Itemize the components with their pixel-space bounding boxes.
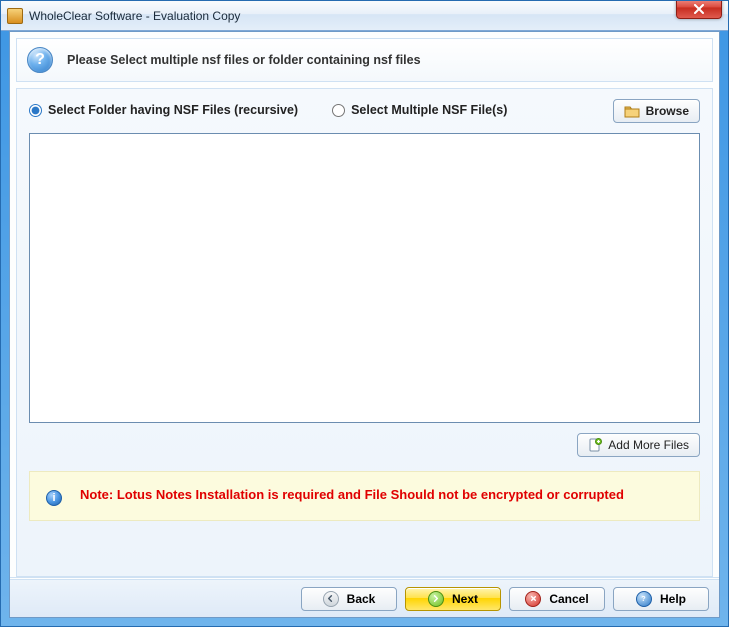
add-more-files-button[interactable]: Add More Files — [577, 433, 700, 457]
window-title: WholeClear Software - Evaluation Copy — [29, 9, 240, 23]
add-more-files-label: Add More Files — [608, 438, 689, 452]
folder-icon — [624, 104, 640, 118]
app-window: WholeClear Software - Evaluation Copy ? … — [0, 0, 729, 627]
app-icon — [7, 8, 23, 24]
cancel-button-label: Cancel — [549, 592, 588, 606]
note-panel: i Note: Lotus Notes Installation is requ… — [29, 471, 700, 521]
info-icon: i — [46, 490, 62, 506]
help-button[interactable]: ? Help — [613, 587, 709, 611]
help-button-label: Help — [660, 592, 686, 606]
cancel-button[interactable]: Cancel — [509, 587, 605, 611]
browse-button-label: Browse — [646, 104, 689, 118]
selection-mode-group: Select Folder having NSF Files (recursiv… — [29, 103, 700, 117]
next-arrow-icon — [428, 591, 444, 607]
close-icon — [693, 4, 705, 14]
client-area: ? Please Select multiple nsf files or fo… — [9, 31, 720, 618]
radio-select-folder-input[interactable] — [29, 104, 42, 117]
radio-select-folder-label: Select Folder having NSF Files (recursiv… — [48, 103, 298, 117]
next-button-label: Next — [452, 592, 478, 606]
note-text: Note: Lotus Notes Installation is requir… — [80, 486, 624, 505]
cancel-icon — [525, 591, 541, 607]
help-icon: ? — [27, 47, 53, 73]
back-arrow-icon — [323, 591, 339, 607]
footer: Back Next Cancel ? Help — [10, 579, 719, 617]
header-panel: ? Please Select multiple nsf files or fo… — [16, 38, 713, 82]
instruction-text: Please Select multiple nsf files or fold… — [67, 53, 421, 67]
main-panel: Select Folder having NSF Files (recursiv… — [16, 88, 713, 577]
back-button[interactable]: Back — [301, 587, 397, 611]
radio-select-files-label: Select Multiple NSF File(s) — [351, 103, 507, 117]
svg-text:?: ? — [642, 594, 646, 603]
file-listbox[interactable] — [29, 133, 700, 423]
help-button-icon: ? — [636, 591, 652, 607]
add-file-icon — [588, 438, 602, 452]
radio-select-files[interactable]: Select Multiple NSF File(s) — [332, 103, 507, 117]
footer-separator — [10, 577, 719, 578]
next-button[interactable]: Next — [405, 587, 501, 611]
titlebar[interactable]: WholeClear Software - Evaluation Copy — [1, 1, 728, 31]
browse-button[interactable]: Browse — [613, 99, 700, 123]
close-button[interactable] — [676, 0, 722, 19]
back-button-label: Back — [347, 592, 376, 606]
radio-select-folder[interactable]: Select Folder having NSF Files (recursiv… — [29, 103, 298, 117]
radio-select-files-input[interactable] — [332, 104, 345, 117]
